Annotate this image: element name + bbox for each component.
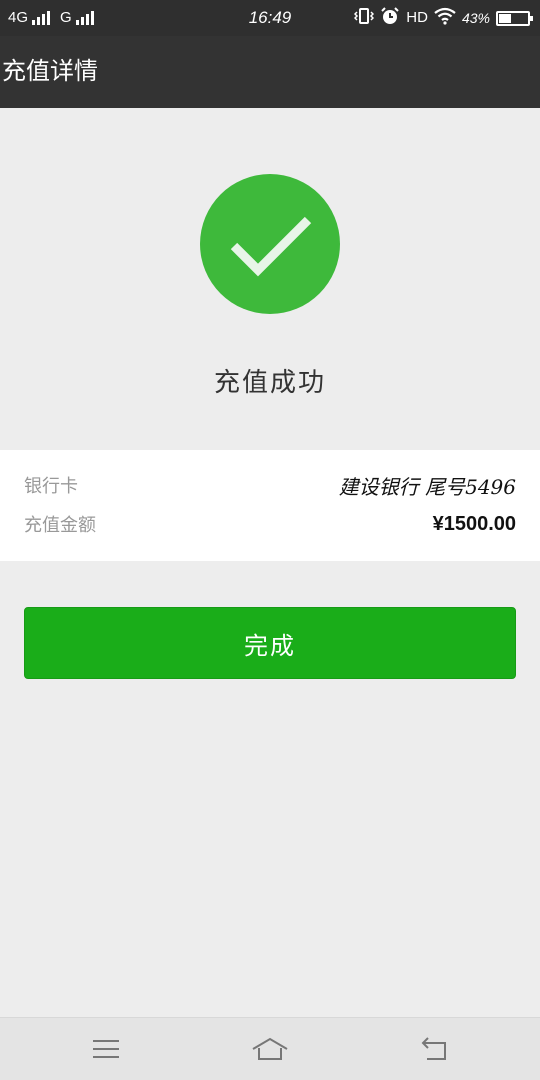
menu-button[interactable] <box>86 1032 126 1066</box>
back-button[interactable] <box>414 1032 454 1066</box>
wifi-icon <box>434 7 456 30</box>
success-title: 充值成功 <box>213 368 326 398</box>
home-button[interactable] <box>250 1032 290 1066</box>
system-nav-bar <box>0 1017 540 1080</box>
home-icon <box>252 1037 288 1060</box>
app-header: 充值详情 <box>0 36 540 108</box>
menu-icon <box>93 1040 119 1058</box>
battery-icon <box>496 10 533 26</box>
recharge-detail-screen: 4G G 16:49 HD 43% 充值详情 充值成功 银行卡 建设银行 尾号5… <box>0 0 540 1080</box>
hd-label: HD <box>406 9 428 26</box>
status-right: HD 43% <box>348 6 533 31</box>
bank-card-label: 银行卡 <box>24 476 78 497</box>
done-button[interactable]: 完成 <box>24 607 516 679</box>
bank-card-value: 建设银行 尾号5496 <box>338 474 516 499</box>
recharge-detail-card: 银行卡 建设银行 尾号5496 充值金额 ¥1500.00 <box>0 450 540 561</box>
alarm-icon <box>380 6 400 31</box>
page-title: 充值详情 <box>2 57 98 85</box>
vibrate-icon <box>354 7 375 30</box>
amount-row: 充值金额 ¥1500.00 <box>24 509 516 539</box>
amount-label: 充值金额 <box>24 515 96 536</box>
status-bar: 4G G 16:49 HD 43% <box>0 0 540 36</box>
back-icon <box>421 1037 446 1060</box>
bank-card-row: 银行卡 建设银行 尾号5496 <box>24 470 516 500</box>
amount-value: ¥1500.00 <box>432 512 516 535</box>
check-circle-icon <box>200 174 340 314</box>
battery-percent: 43% <box>461 10 490 26</box>
